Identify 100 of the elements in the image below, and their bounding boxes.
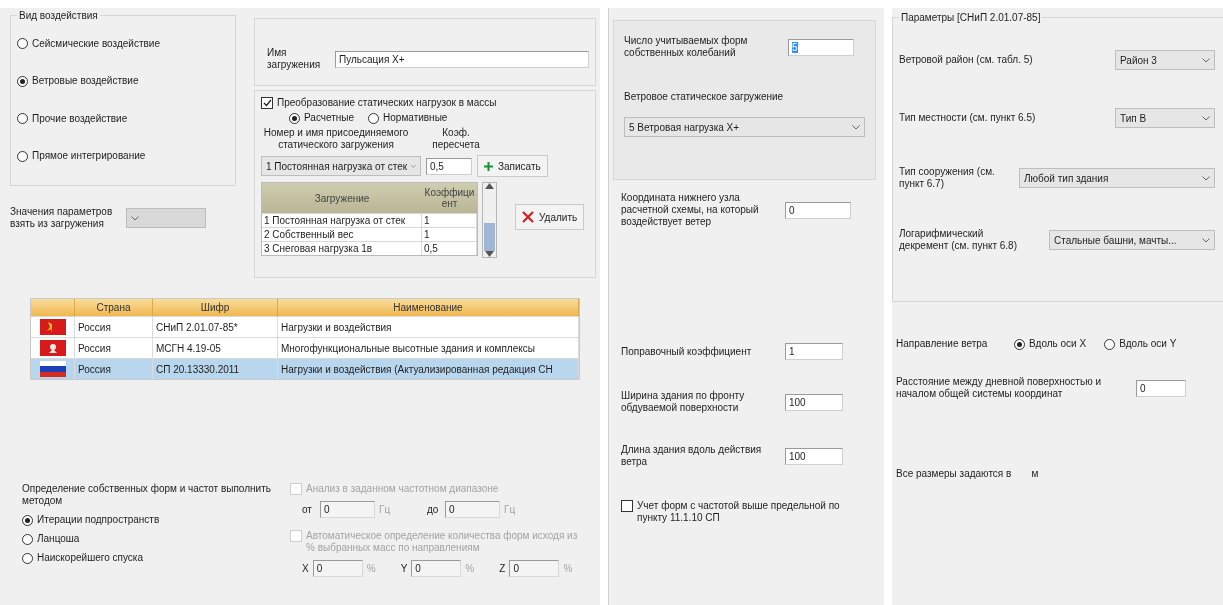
field-label: Ширина здания по фронту обдуваемой поверхности — [621, 390, 746, 414]
close-icon — [522, 211, 534, 223]
radio-button[interactable] — [289, 112, 300, 124]
field-label: Гц — [504, 503, 516, 516]
flag-icon — [39, 319, 66, 335]
text-field[interactable]: 1 — [785, 343, 843, 360]
radio-label: Ланцоша — [37, 533, 80, 545]
checkbox[interactable] — [621, 500, 633, 512]
checkbox-label: Учет форм с частотой выше предельной по пункту 11.1.10 СП — [637, 500, 841, 524]
dropdown[interactable]: 5 Ветровая нагрузка X+ — [624, 117, 865, 137]
group-title: Вид воздействия — [18, 10, 99, 21]
checkbox-label: Автоматическое определение количества форм исходя из % выбранных масс по направлениям — [306, 530, 579, 554]
checkbox[interactable] — [261, 97, 273, 109]
radio-button[interactable] — [1014, 338, 1025, 350]
dropdown[interactable]: Стальные башни, мачты... — [1049, 230, 1215, 250]
radio-button[interactable] — [22, 514, 33, 526]
radio-label: Сейсмические воздействие — [32, 37, 160, 50]
table-cell: 2 Собственный вес — [262, 228, 422, 241]
table-row[interactable]: Россия МСГН 4.19-05 Многофункциональные высотные здания и комплексы — [31, 337, 579, 358]
column-label: Коэф. пересчета — [431, 127, 481, 151]
table-row[interactable]: Россия СП 20.13330.2011 Нагрузки и воздействия (Актуализированная редакция СН — [31, 358, 579, 379]
radio-button[interactable] — [17, 75, 28, 87]
field-label: Логарифмический декремент (см. пункт 6.8) — [899, 228, 1018, 252]
table-cell: 1 Постоянная нагрузка от стек — [262, 214, 422, 227]
text-field[interactable]: 100 — [785, 447, 843, 465]
column-header: Загружение — [313, 191, 371, 206]
table-cell: Россия — [75, 359, 153, 379]
chevron-icon — [852, 124, 860, 130]
text-field[interactable]: 0 — [785, 201, 851, 219]
field-label: Направление ветра — [896, 338, 989, 350]
scroll-up-icon[interactable] — [485, 183, 494, 189]
field-label: Тип местности (см. пункт 6.5) — [899, 112, 1037, 124]
radio-button[interactable] — [17, 150, 28, 162]
checkbox-label: Преобразование статических нагрузок в массы — [277, 97, 497, 109]
section-label: Определение собственных форм и частот выполнить методом — [22, 483, 272, 507]
field-label: Координата нижнего узла расчетной схемы, на который воздействует ветер — [621, 192, 760, 228]
field-label: Все размеры задаются в — [896, 468, 1012, 480]
plus-icon — [484, 161, 493, 171]
field-label: Тип сооружения (см. пункт 6.7) — [899, 166, 996, 190]
group-title: Параметры [СНиП 2.01.07-85] — [900, 12, 1042, 23]
field-label: % — [366, 562, 377, 575]
radio-label: Нормативные — [383, 112, 448, 124]
delete-button[interactable]: Удалить — [515, 204, 585, 230]
column-header: Коэффициент — [423, 186, 476, 211]
chevron-icon — [411, 163, 416, 169]
unit-label: м — [1031, 468, 1039, 480]
radio-button[interactable] — [22, 533, 33, 545]
radio-label: Вдоль оси X — [1029, 338, 1087, 350]
radio-button[interactable] — [368, 112, 380, 124]
radio-label: Прочие воздействие — [32, 112, 128, 125]
field-label: % — [563, 562, 574, 575]
dropdown[interactable]: 1 Постоянная нагрузка от стек — [261, 156, 421, 176]
radio-label: Наискорейшего спуска — [37, 552, 143, 564]
text-field[interactable]: Пульсация X+ — [335, 50, 589, 68]
field-label: Z — [499, 562, 506, 575]
radio-button[interactable] — [17, 38, 28, 50]
chevron-icon — [1202, 57, 1210, 63]
radio-label: Итерации подпространств — [37, 514, 160, 526]
field-label: Поправочный коэффициент — [621, 345, 753, 358]
chevron-icon — [1202, 115, 1210, 121]
chevron-icon — [131, 215, 139, 221]
text-field[interactable]: 0 — [1136, 379, 1186, 397]
text-field[interactable]: 0,5 — [426, 157, 472, 175]
field-label: Значения параметров взять из загружения — [10, 206, 114, 230]
radio-label: Расчетные — [304, 112, 355, 124]
table-cell: 0,5 — [422, 242, 477, 255]
field-label: Y — [400, 562, 408, 575]
radio-label: Прямое интегрирование — [32, 150, 146, 163]
field-label: Длина здания вдоль действия ветра — [621, 444, 763, 468]
field-label: Имя загружения — [267, 47, 322, 71]
add-button[interactable]: Записать — [477, 155, 548, 177]
tricolor-flag-icon — [39, 361, 66, 377]
field-label: Расстояние между дневной поверхностью и началом общей системы координат — [896, 376, 1103, 400]
field-label: % — [465, 562, 476, 575]
column-label: Номер и имя присоединяемого статического загружения — [262, 127, 410, 151]
table-cell: 1 — [422, 228, 477, 241]
table-cell: 3 Снеговая нагрузка 1в — [262, 242, 422, 255]
dropdown[interactable]: Район 3 — [1115, 50, 1215, 70]
field-label: Ветровой район (см. табл. 5) — [899, 54, 1034, 66]
table-cell: СП 20.13330.2011 — [153, 359, 278, 379]
text-field[interactable]: 100 — [785, 393, 843, 411]
radio-button[interactable] — [17, 113, 28, 125]
radio-button[interactable] — [1104, 338, 1116, 350]
table-cell: Нагрузки и воздействия (Актуализированная редакция СН — [278, 359, 579, 379]
chevron-icon — [1202, 175, 1210, 181]
field-label: до — [427, 503, 440, 516]
emblem-flag-icon — [39, 340, 66, 356]
field-label: Ветровое статическое загружение — [624, 91, 784, 103]
scrollbar[interactable] — [482, 182, 497, 258]
radio-label: Ветровые воздействие — [32, 75, 139, 88]
radio-button[interactable] — [22, 552, 33, 564]
field-label: Гц — [379, 503, 392, 516]
table-row[interactable]: Россия СНиП 2.01.07-85* Нагрузки и воздействия — [31, 316, 579, 337]
dropdown[interactable]: Тип B — [1115, 108, 1215, 128]
radio-label: Вдоль оси Y — [1119, 338, 1177, 350]
field-label: X — [302, 562, 309, 575]
chevron-icon — [1202, 237, 1210, 243]
dropdown[interactable]: Любой тип здания — [1019, 168, 1215, 188]
field-label: от — [302, 503, 313, 516]
field-label: Число учитываемых форм собственных колебаний — [624, 35, 749, 59]
